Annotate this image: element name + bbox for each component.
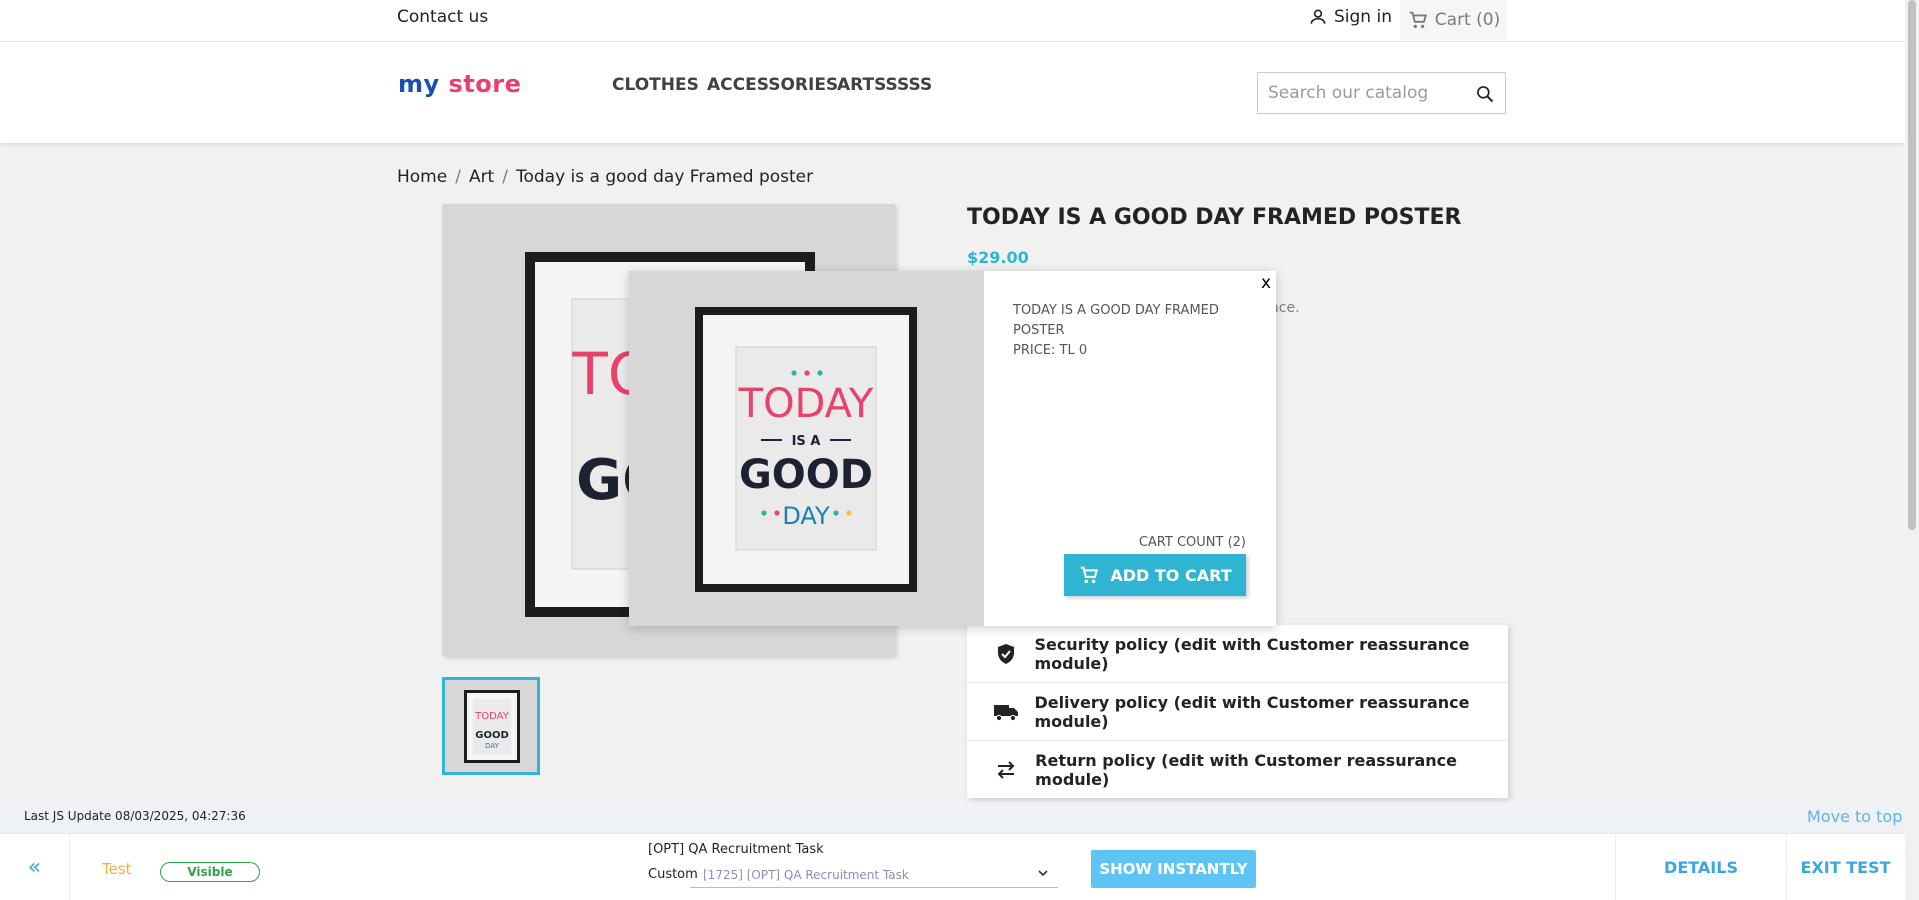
chevron-down-icon: [1038, 870, 1048, 877]
truck-icon: [991, 701, 1020, 723]
breadcrumb-art[interactable]: Art: [469, 167, 494, 187]
breadcrumb-separator: /: [502, 167, 508, 187]
cart-label: Cart (0): [1434, 10, 1501, 30]
reassurance-label: Delivery policy (edit with Customer reas…: [1034, 692, 1470, 731]
nav-accessories[interactable]: ACCESSORIES: [707, 75, 838, 95]
reassurance-label: Return policy (edit with Customer reassu…: [1035, 750, 1457, 789]
reassurance-label: Security policy (edit with Customer reas…: [1034, 634, 1470, 673]
nav-clothes[interactable]: CLOTHES: [612, 75, 699, 95]
visible-badge: Visible: [160, 862, 260, 882]
last-js-update: Last JS Update 08/03/2025, 04:27:36: [24, 809, 246, 823]
popup-poster-image: TODAY IS A GOOD DAY: [695, 307, 917, 592]
cart-icon: [1081, 566, 1099, 584]
sign-in-label: Sign in: [1334, 7, 1392, 27]
details-button[interactable]: DETAILS: [1615, 834, 1787, 900]
popup-close-button[interactable]: x: [1261, 273, 1271, 293]
logo-store: store: [448, 70, 522, 98]
popup-poster-today: TODAY: [738, 381, 874, 427]
exit-test-button[interactable]: EXIT TEST: [1786, 834, 1905, 900]
add-to-cart-button[interactable]: ADD TO CART: [1064, 554, 1246, 596]
search-placeholder: Search our catalog: [1268, 83, 1429, 103]
product-thumbnail[interactable]: TODAY GOOD DAY: [442, 677, 540, 775]
search-icon[interactable]: [1475, 84, 1495, 104]
search-input[interactable]: Search our catalog: [1257, 72, 1506, 114]
scrollbar-thumb[interactable]: [1908, 0, 1916, 530]
cart-icon: [1409, 11, 1427, 29]
task-select[interactable]: [1725] [OPT] QA Recruitment Task: [690, 861, 1058, 888]
reassurance-block: Security policy (edit with Customer reas…: [967, 625, 1508, 798]
double-chevron-left-icon: «: [27, 854, 42, 880]
task-select-value: [1725] [OPT] QA Recruitment Task: [703, 868, 909, 882]
logo-my: my: [398, 70, 440, 98]
js-update-bar: Last JS Update 08/03/2025, 04:27:36 Move…: [0, 803, 1905, 833]
popup-product-text: TODAY IS A GOOD DAY FRAMED POSTER PRICE:…: [1013, 301, 1253, 361]
popup-product-image: TODAY IS A GOOD DAY: [629, 271, 984, 626]
nav-art[interactable]: ARTSSSSS: [837, 75, 932, 95]
product-price: $29.00: [967, 248, 1029, 267]
add-to-cart-label: ADD TO CART: [1110, 565, 1232, 585]
test-label: Test: [102, 860, 132, 878]
breadcrumb-current: Today is a good day Framed poster: [515, 167, 814, 187]
breadcrumb-home[interactable]: Home: [397, 167, 447, 187]
breadcrumb: Home / Art / Today is a good day Framed post…: [397, 167, 813, 187]
page-scrollbar[interactable]: [1905, 0, 1919, 899]
user-icon: [1310, 9, 1326, 24]
popup-poster-isa: IS A: [792, 434, 821, 449]
move-to-top-link[interactable]: Move to top: [1807, 807, 1902, 826]
site-header: [0, 42, 1905, 143]
popup-product-price: PRICE: TL 0: [1013, 343, 1088, 358]
popup-poster-good: GOOD: [739, 452, 873, 498]
top-bar: [0, 0, 1905, 42]
collapse-button[interactable]: «: [0, 834, 70, 900]
reassurance-security: Security policy (edit with Customer reas…: [967, 625, 1508, 683]
show-instantly-button[interactable]: SHOW INSTANTLY: [1091, 850, 1256, 888]
optimization-bar: « Test Visible [OPT] QA Recruitment Task…: [0, 833, 1905, 900]
store-logo[interactable]: my store: [398, 70, 521, 98]
thumb-today: TODAY: [474, 711, 510, 722]
task-title: [OPT] QA Recruitment Task: [648, 842, 824, 857]
swap-arrows-icon: [991, 760, 1021, 780]
contact-us-link[interactable]: Contact us: [397, 7, 488, 27]
product-title: TODAY IS A GOOD DAY FRAMED POSTER: [967, 205, 1462, 230]
cart-link[interactable]: Cart (0): [1400, 0, 1507, 40]
shield-check-icon: [991, 642, 1020, 666]
reassurance-delivery: Delivery policy (edit with Customer reas…: [967, 683, 1508, 741]
thumb-good: GOOD: [475, 730, 509, 741]
product-popup: TODAY IS A GOOD DAY x TODAY IS A GOOD DA…: [629, 271, 1276, 626]
thumbnail-poster-image: TODAY GOOD DAY: [464, 690, 520, 763]
reassurance-return: Return policy (edit with Customer reassu…: [967, 741, 1508, 798]
popup-poster-day: DAY: [782, 502, 830, 530]
thumb-day: DAY: [485, 742, 500, 750]
popup-product-name: TODAY IS A GOOD DAY FRAMED POSTER: [1013, 303, 1219, 338]
popup-cart-count: CART COUNT (2): [1138, 535, 1246, 550]
sign-in-link[interactable]: Sign in: [1308, 7, 1392, 27]
breadcrumb-separator: /: [455, 167, 461, 187]
